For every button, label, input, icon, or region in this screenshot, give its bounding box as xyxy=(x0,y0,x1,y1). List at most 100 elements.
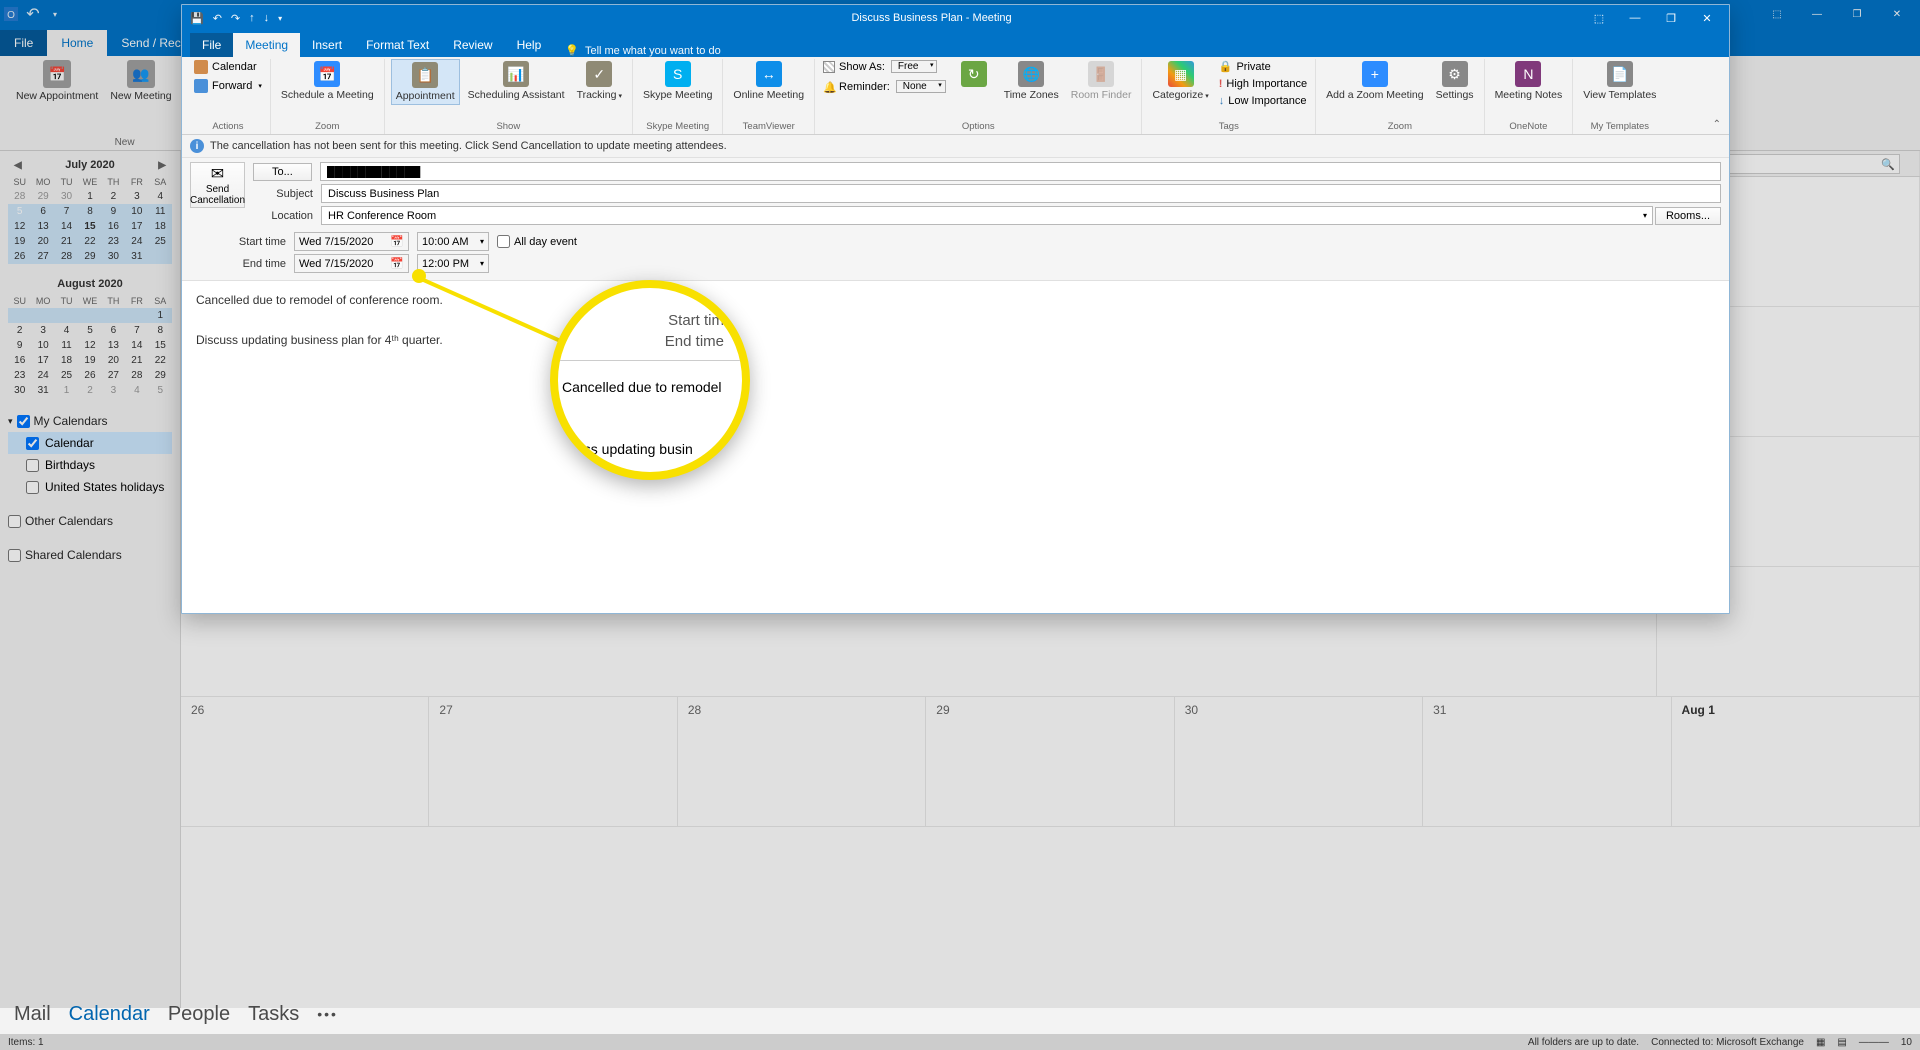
next-icon[interactable]: ↓ xyxy=(264,12,270,24)
nav-more-icon[interactable]: ••• xyxy=(317,1006,338,1022)
mini-cal-day[interactable]: 29 xyxy=(149,368,172,383)
new-meeting-button[interactable]: 👥New Meeting xyxy=(106,58,175,104)
mini-cal-day[interactable]: 9 xyxy=(8,338,31,353)
mini-cal-day[interactable]: 11 xyxy=(55,338,78,353)
mini-cal-day[interactable]: 22 xyxy=(149,353,172,368)
qat-dropdown-icon[interactable]: ▾ xyxy=(48,7,62,21)
show-as-dropdown[interactable]: Show As:Free▾ xyxy=(821,59,939,74)
mini-cal-day[interactable]: 2 xyxy=(78,383,101,398)
mini-cal-day[interactable]: 18 xyxy=(55,353,78,368)
mini-cal-day[interactable]: 21 xyxy=(55,234,78,249)
tab-file[interactable]: File xyxy=(0,30,47,56)
mini-cal-day[interactable]: 1 xyxy=(78,189,101,204)
mini-cal-day[interactable]: 17 xyxy=(31,353,54,368)
mini-cal-day[interactable]: 11 xyxy=(149,204,172,219)
mini-cal-day[interactable]: 14 xyxy=(55,219,78,234)
recurrence-button[interactable]: ↻ xyxy=(952,59,996,103)
mini-cal-day[interactable]: 24 xyxy=(125,234,148,249)
meeting-maximize-button[interactable]: ❐ xyxy=(1653,7,1689,29)
mini-cal-day[interactable] xyxy=(78,308,101,323)
time-zones-button[interactable]: 🌐Time Zones xyxy=(1000,59,1063,103)
mini-cal-day[interactable] xyxy=(149,249,172,264)
tab-format-text[interactable]: Format Text xyxy=(354,33,441,57)
calendar-item-holidays[interactable]: United States holidays xyxy=(8,476,172,498)
start-time-field[interactable]: 10:00 AM▾ xyxy=(417,232,489,251)
reminder-dropdown[interactable]: 🔔Reminder:None▾ xyxy=(821,79,948,94)
mini-cal-day[interactable]: 12 xyxy=(78,338,101,353)
meeting-close-button[interactable]: ✕ xyxy=(1689,7,1725,29)
mini-cal-day[interactable]: 14 xyxy=(125,338,148,353)
other-calendars-toggle[interactable]: Other Calendars xyxy=(8,510,172,532)
mini-cal-day[interactable]: 15 xyxy=(78,219,101,234)
meeting-popout-button[interactable]: ⬚ xyxy=(1581,7,1617,29)
mini-cal-day[interactable]: 21 xyxy=(125,353,148,368)
mini-cal-day[interactable]: 25 xyxy=(149,234,172,249)
mini-cal-day[interactable]: 29 xyxy=(31,189,54,204)
calendar-cell[interactable]: Aug 1 xyxy=(1672,697,1920,826)
new-appointment-button[interactable]: 📅New Appointment xyxy=(12,58,102,104)
mini-cal-day[interactable]: 6 xyxy=(31,204,54,219)
mini-cal-day[interactable]: 30 xyxy=(8,383,31,398)
zoom-settings-button[interactable]: ⚙Settings xyxy=(1432,59,1478,103)
tab-insert[interactable]: Insert xyxy=(300,33,354,57)
nav-people[interactable]: People xyxy=(168,1003,230,1026)
to-field[interactable] xyxy=(320,162,1721,181)
redo-icon[interactable]: ↷ xyxy=(231,12,240,25)
next-month-icon[interactable]: ▶ xyxy=(158,160,166,171)
all-day-checkbox[interactable]: All day event xyxy=(497,235,577,248)
mini-cal-day[interactable]: 3 xyxy=(102,383,125,398)
mini-cal-day[interactable]: 2 xyxy=(102,189,125,204)
mini-cal-day[interactable]: 23 xyxy=(8,368,31,383)
mini-cal-day[interactable]: 13 xyxy=(31,219,54,234)
mini-cal-day[interactable]: 30 xyxy=(55,189,78,204)
mini-cal-day[interactable]: 19 xyxy=(78,353,101,368)
mini-cal-day[interactable]: 15 xyxy=(149,338,172,353)
undo-icon[interactable]: ↶ xyxy=(213,12,222,25)
mini-cal-day[interactable]: 5 xyxy=(8,204,31,219)
collapse-ribbon-icon[interactable]: ⌃ xyxy=(1709,115,1725,134)
qat-customize-icon[interactable]: ▾ xyxy=(278,14,282,23)
categorize-button[interactable]: ▦Categorize▾ xyxy=(1148,59,1212,103)
mini-cal-day[interactable]: 27 xyxy=(102,368,125,383)
tab-file[interactable]: File xyxy=(190,33,233,57)
undo-icon[interactable]: ↶ xyxy=(26,7,40,21)
mini-cal-day[interactable]: 8 xyxy=(78,204,101,219)
mini-cal-day[interactable]: 5 xyxy=(149,383,172,398)
calendar-cell[interactable]: 31 xyxy=(1423,697,1671,826)
window-popout-button[interactable]: ⬚ xyxy=(1758,3,1796,25)
my-calendars-checkbox[interactable] xyxy=(17,415,30,428)
mini-cal-day[interactable]: 12 xyxy=(8,219,31,234)
mini-cal-day[interactable]: 5 xyxy=(78,323,101,338)
mini-cal-day[interactable]: 30 xyxy=(102,249,125,264)
calendar-cell[interactable]: 30 xyxy=(1175,697,1423,826)
mini-cal-day[interactable]: 31 xyxy=(31,383,54,398)
skype-meeting-button[interactable]: SSkype Meeting xyxy=(639,59,716,103)
to-button[interactable]: To... xyxy=(253,163,312,181)
mini-cal-day[interactable]: 3 xyxy=(31,323,54,338)
mini-cal-day[interactable]: 4 xyxy=(55,323,78,338)
mini-cal-day[interactable]: 16 xyxy=(8,353,31,368)
tab-review[interactable]: Review xyxy=(441,33,504,57)
scheduling-assistant-button[interactable]: 📊Scheduling Assistant xyxy=(464,59,569,103)
mini-cal-day[interactable]: 10 xyxy=(125,204,148,219)
nav-tasks[interactable]: Tasks xyxy=(248,1003,299,1026)
mini-cal-day[interactable]: 1 xyxy=(55,383,78,398)
mini-cal-day[interactable]: 20 xyxy=(31,234,54,249)
calendar-picker-icon[interactable]: 📅 xyxy=(390,235,404,248)
mini-cal-day[interactable]: 28 xyxy=(8,189,31,204)
mini-cal-day[interactable]: 8 xyxy=(149,323,172,338)
calendar-item-calendar[interactable]: Calendar xyxy=(8,432,172,454)
save-icon[interactable]: 💾 xyxy=(190,12,204,25)
mini-cal-day[interactable]: 20 xyxy=(102,353,125,368)
mini-cal-day[interactable]: 26 xyxy=(8,249,31,264)
end-time-field[interactable]: 12:00 PM▾ xyxy=(417,254,489,273)
mini-cal-day[interactable]: 4 xyxy=(125,383,148,398)
appointment-button[interactable]: 📋Appointment xyxy=(391,59,460,105)
mini-cal-day[interactable] xyxy=(102,308,125,323)
mini-cal-day[interactable]: 26 xyxy=(78,368,101,383)
schedule-zoom-button[interactable]: 📅Schedule a Meeting xyxy=(277,59,378,103)
view-templates-button[interactable]: 📄View Templates xyxy=(1579,59,1660,103)
low-importance-toggle[interactable]: ↓Low Importance xyxy=(1217,94,1309,108)
teamviewer-button[interactable]: ↔Online Meeting xyxy=(729,59,808,103)
shared-calendars-toggle[interactable]: Shared Calendars xyxy=(8,544,172,566)
